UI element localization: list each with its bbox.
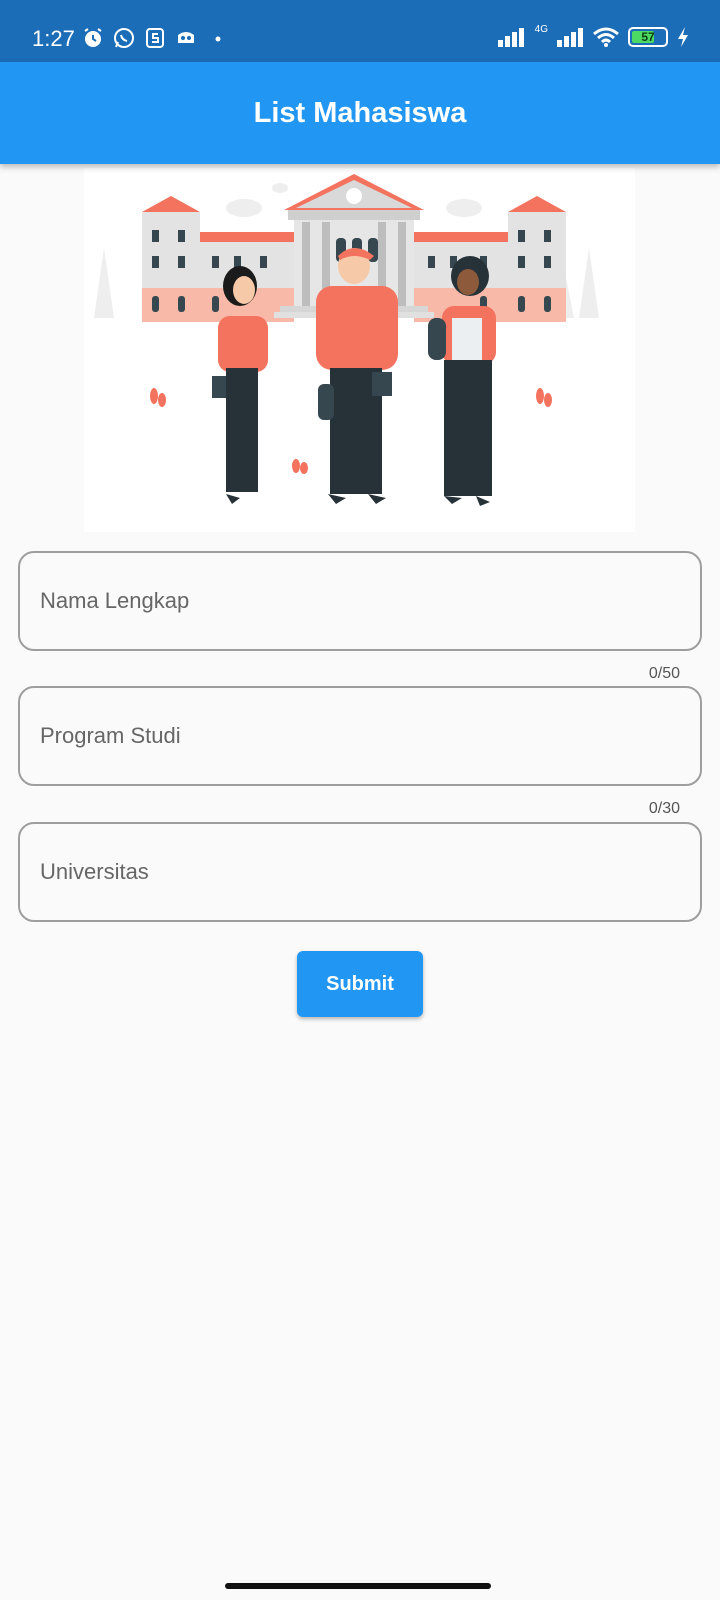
notification-icons xyxy=(82,26,226,50)
charging-icon xyxy=(678,27,688,47)
campus-illustration-icon xyxy=(94,174,599,506)
nama-lengkap-counter: 0/50 xyxy=(648,665,680,682)
students-illustration xyxy=(84,168,635,532)
signal-icon xyxy=(497,28,524,47)
submit-button[interactable]: Submit xyxy=(297,951,423,1017)
home-indicator[interactable] xyxy=(225,1583,491,1589)
network-type: 4G xyxy=(534,24,548,35)
alarm-icon xyxy=(84,28,102,47)
field-program-studi: 0/30 xyxy=(18,686,702,817)
field-nama-lengkap: 0/50 xyxy=(18,551,702,682)
app-bar: List Mahasiswa xyxy=(0,62,720,164)
whatsapp-icon xyxy=(114,28,134,48)
universitas-input[interactable] xyxy=(18,822,702,922)
field-universitas xyxy=(18,822,702,922)
signal-icon-secondary xyxy=(557,28,583,47)
page-title: List Mahasiswa xyxy=(253,97,467,129)
status-time: 1:27 xyxy=(32,26,75,51)
status-bar: 1:27 4G 57 xyxy=(0,0,720,62)
dot-icon xyxy=(215,36,221,42)
nama-lengkap-input[interactable] xyxy=(18,551,702,651)
system-icons: 4G 57 xyxy=(497,24,690,48)
battery-icon: 57 xyxy=(628,27,668,47)
navigation-bar xyxy=(0,1570,720,1600)
wifi-icon xyxy=(593,27,619,47)
gamepad-icon xyxy=(178,32,194,43)
s-icon xyxy=(146,28,164,48)
battery-level: 57 xyxy=(641,30,655,44)
program-studi-counter: 0/30 xyxy=(648,800,680,817)
program-studi-input[interactable] xyxy=(18,686,702,786)
